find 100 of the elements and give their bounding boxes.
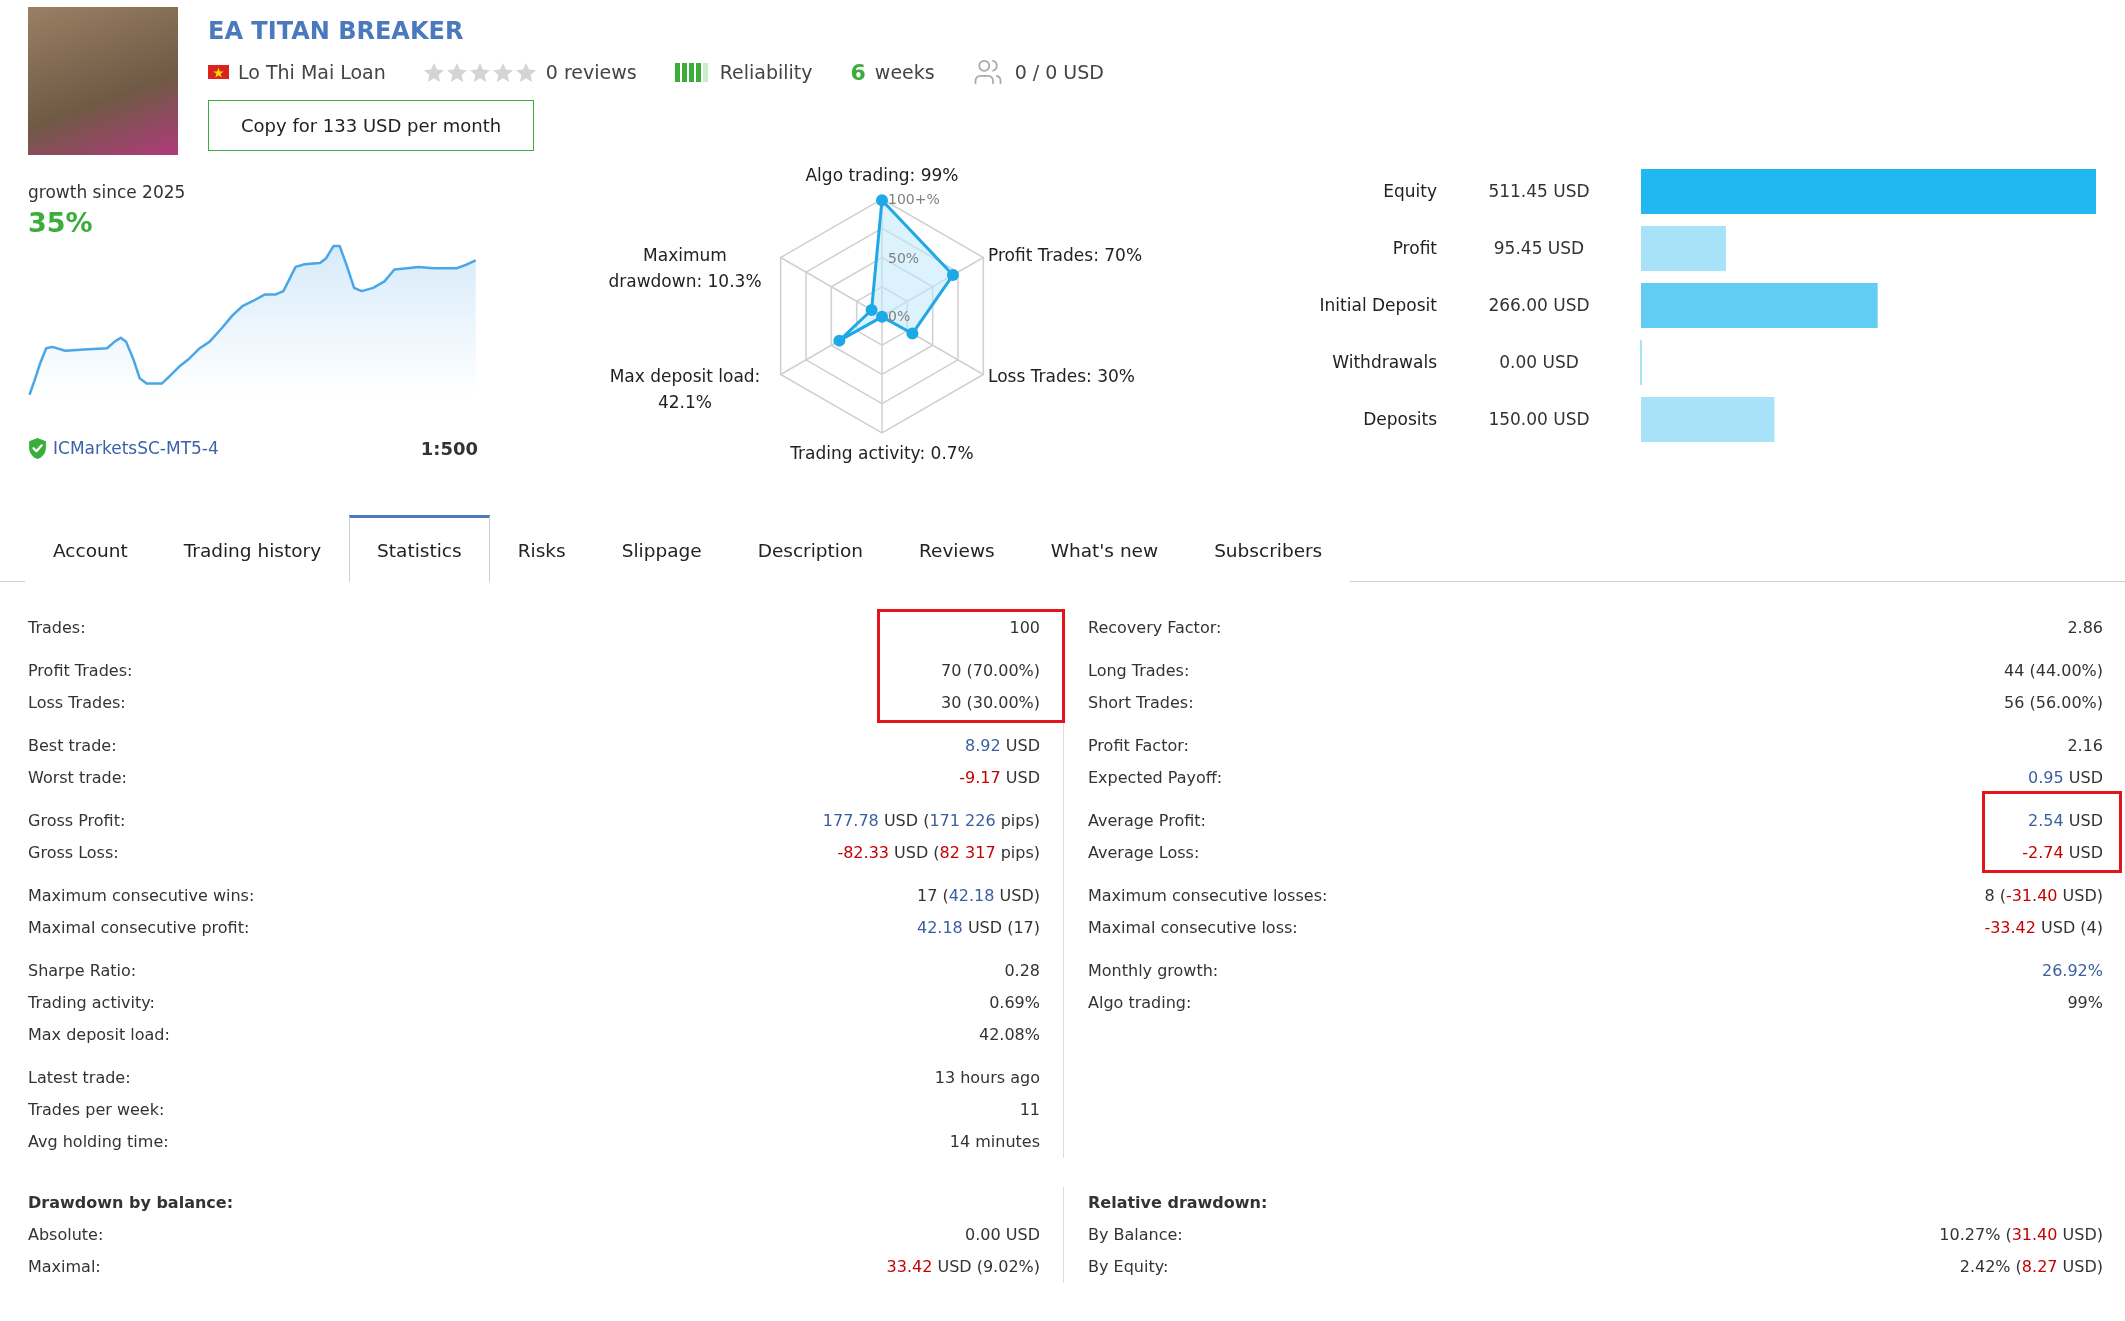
stat-value: 0.95 USD [2028,767,2103,789]
stat-value: 13 hours ago [934,1067,1040,1089]
stat-value: 17 (42.18 USD) [917,885,1040,907]
axis-label: Trading activity: 0.7% [790,442,974,465]
people-icon [972,57,1003,87]
data-point [876,310,888,323]
stat-label: Profit Factor: [1088,735,1189,757]
stat-label: Max deposit load: [28,1024,170,1046]
section-heading: Relative drawdown: [1088,1192,1268,1214]
product-title: EA TITAN BREAKER [208,16,464,47]
stat-value: 56 (56.00%) [2004,692,2103,714]
stat-label: Short Trades: [1088,692,1194,714]
data-point [946,269,959,282]
shield-check-icon [28,437,47,459]
broker-link[interactable]: ICMarketsSC-MT5-4 [53,438,219,458]
review-count: 0 reviews [545,61,637,83]
stat-label: Maximum consecutive wins: [28,885,255,907]
stat-value: -33.42 USD (4) [1984,917,2103,939]
axis-label: Max deposit load: 42.1% [608,365,762,414]
bar-value: 0.00 USD [1499,352,1579,372]
ring-label: 100+% [888,191,940,207]
bar-label: Initial Deposit [1319,295,1437,315]
stat-value: 0.00 USD [965,1224,1040,1246]
section-heading: Drawdown by balance: [28,1192,234,1214]
stat-label: Algo trading: [1088,992,1192,1014]
stat-value: 2.42% (8.27 USD) [1959,1256,2103,1278]
stat-value: -82.33 USD (82 317 pips) [837,842,1040,864]
copy-button[interactable]: Copy for 133 USD per month [208,100,535,151]
stat-value: 177.78 USD (171 226 pips) [822,810,1040,832]
bar-label: Withdrawals [1332,352,1437,372]
stat-value: 10.27% (31.40 USD) [1939,1224,2103,1246]
ring-label: 0% [888,308,911,324]
stat-label: Maximal consecutive profit: [28,917,250,939]
stat-value: 14 minutes [949,1131,1040,1153]
stat-value: 11 [1019,1099,1040,1121]
stat-label: Trades per week: [28,1099,165,1121]
bar-value: 95.45 USD [1493,238,1585,258]
bar-label: Profit [1392,238,1437,258]
axis-label: Maximum drawdown: 10.3% [607,244,763,293]
leverage-value: 1:500 [420,437,478,459]
stat-value: -2.74 USD [2022,842,2103,864]
stat-value: 0.28 [1004,960,1040,982]
subscriber-stats: 0 / 0 USD [1014,61,1104,83]
stat-label: Average Loss: [1088,842,1200,864]
axis-label: Profit Trades: 70% [988,244,1143,267]
axis-label: Algo trading: 99% [805,164,959,187]
ring-label: 50% [888,249,920,266]
axis-label: Loss Trades: 30% [988,365,1136,388]
reliability-label: Reliability [719,61,813,83]
stat-label: Maximal: [28,1256,101,1278]
bar-value: 511.45 USD [1488,181,1590,201]
stat-label: Sharpe Ratio: [28,960,137,982]
stat-value: 30 (30.00%) [941,692,1040,714]
growth-value: 35% [28,206,94,240]
stat-label: Monthly growth: [1088,960,1219,982]
stat-value: -9.17 USD [959,767,1040,789]
stat-label: Profit Trades: [28,660,133,682]
stat-label: Maximum consecutive losses: [1088,885,1328,907]
stat-label: By Equity: [1088,1256,1169,1278]
stat-label: Best trade: [28,735,117,757]
star-icon [423,62,444,82]
stat-value: 8.92 USD [965,735,1040,757]
stat-label: Latest trade: [28,1067,131,1089]
stat-value: 2.86 [2067,617,2103,639]
star-icon [492,62,513,82]
stat-value: 8 (-31.40 USD) [1984,885,2103,907]
star-icon [446,62,467,82]
stat-label: Worst trade: [28,767,127,789]
stat-value: 2.54 USD [2028,810,2103,832]
bar-value: 266.00 USD [1488,295,1590,315]
stat-label: Trades: [28,617,86,639]
stat-label: Gross Profit: [28,810,126,832]
stat-value: 70 (70.00%) [941,660,1040,682]
flag-icon [208,65,229,79]
bar-value: 150.00 USD [1488,409,1590,429]
bar-label: Equity [1383,181,1437,201]
stat-label: Expected Payoff: [1088,767,1223,789]
star-icon [469,62,490,82]
stat-label: Trading activity: [28,992,155,1014]
stat-value: 42.18 USD (17) [917,917,1040,939]
stat-label: Maximal consecutive loss: [1088,917,1298,939]
stat-value: 42.08% [979,1024,1040,1046]
age-unit: weeks [874,61,935,83]
data-point [865,304,878,316]
stat-label: Gross Loss: [28,842,119,864]
stat-value: 44 (44.00%) [2004,660,2103,682]
bar-label: Deposits [1363,409,1437,429]
stat-label: Long Trades: [1088,660,1190,682]
tab[interactable]: Statistics [349,515,490,582]
stat-value: 99% [2067,992,2103,1014]
star-icon [515,62,536,82]
age-count: 6 [850,59,866,85]
stat-label: Loss Trades: [28,692,126,714]
stat-value: 26.92% [2042,960,2103,982]
stat-value: 100 [1009,617,1040,639]
stat-label: Avg holding time: [28,1131,169,1153]
data-point [833,334,846,347]
data-point [876,194,888,207]
stat-value: 33.42 USD (9.02%) [886,1256,1040,1278]
stat-value: 0.69% [989,992,1040,1014]
